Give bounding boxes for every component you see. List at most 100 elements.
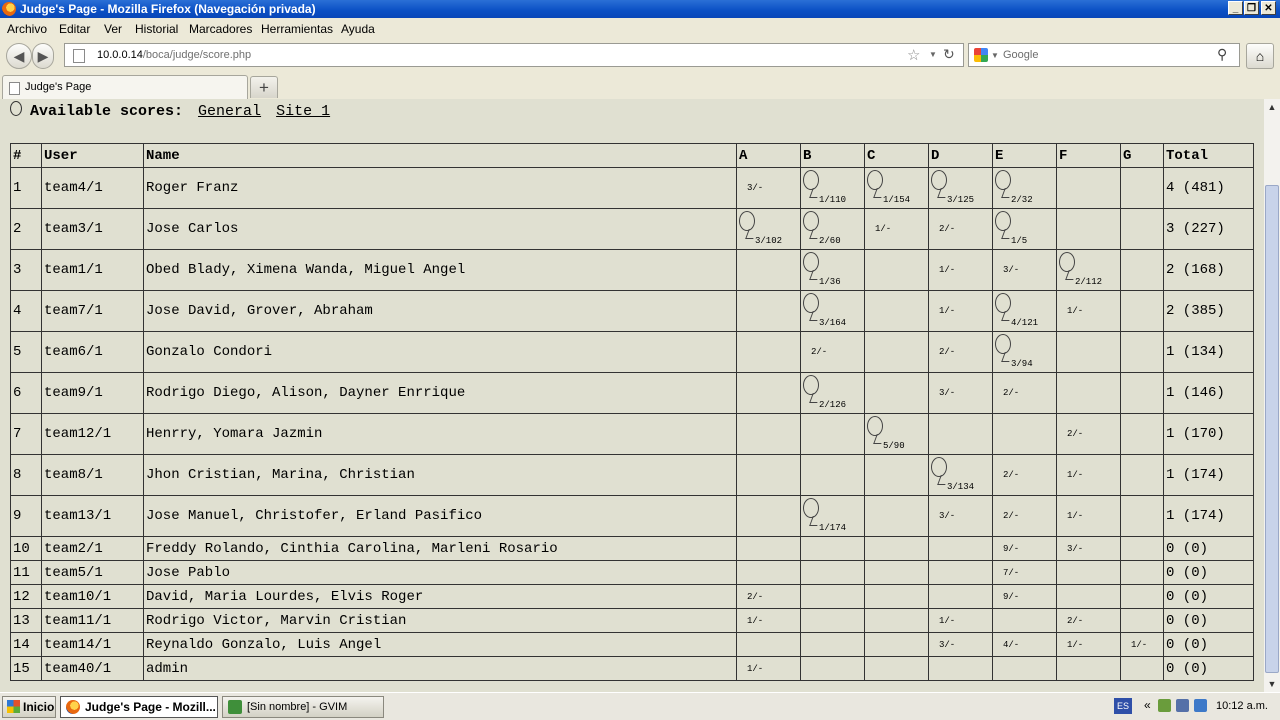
start-button[interactable]: Inicio [2,696,56,718]
balloon-icon [867,416,885,444]
rank-cell: 4 [10,290,42,332]
problem-score: 5/90 [883,441,905,451]
problem-cell: 2/- [992,372,1057,414]
problem-score: 9/- [1003,543,1020,554]
problem-cell [1056,331,1121,373]
balloon-icon [1059,252,1077,280]
vertical-scrollbar[interactable]: ▲ ▼ [1264,99,1280,692]
minimize-button[interactable]: _ [1228,1,1243,15]
problem-cell [928,584,993,609]
problem-cell [800,584,865,609]
reload-icon[interactable]: ↻ [943,46,955,63]
problem-score: 3/164 [819,318,847,328]
column-header: D [928,143,993,168]
problem-cell [736,495,801,537]
new-tab-button[interactable]: + [250,76,278,98]
problem-cell: 1/- [1056,454,1121,496]
table-row: 7 team12/1 Henrry, Yomara Jazmin 5/90 2/- 1 (… [10,413,1254,455]
url-bar[interactable]: 10.0.0.14/boca/judge/score.php ☆ ▼ ↻ [64,43,964,67]
menu-ver[interactable]: Ver [104,22,122,36]
column-header: Name [143,143,737,168]
problem-cell: 1/- [864,208,929,250]
problem-score: 1/36 [819,277,841,287]
url-text[interactable]: 10.0.0.14/boca/judge/score.php [97,49,251,61]
taskbar-item-firefox[interactable]: Judge's Page - Mozill... [60,696,218,718]
page-content: Available scores: General Site 1 # User Na… [0,99,1264,692]
menu-historial[interactable]: Historial [135,22,178,36]
name-cell: Gonzalo Condori [143,331,737,373]
balloon-icon [931,170,949,198]
link-site-1[interactable]: Site 1 [276,103,330,120]
problem-score: 3/- [747,183,764,193]
menu-ayuda[interactable]: Ayuda [341,22,375,36]
firefox-icon [2,2,16,16]
problem-cell: 2/60 [800,208,865,250]
rank-cell: 8 [10,454,42,496]
problem-cell: 3/- [736,167,801,209]
close-button[interactable]: ✕ [1261,1,1276,15]
scroll-down-icon[interactable]: ▼ [1264,676,1280,692]
problem-score: 3/- [939,511,956,521]
security-icon[interactable] [1194,699,1207,712]
menu-bar: Archivo Editar Ver Historial Marcadores … [0,18,1280,40]
url-dropdown-icon[interactable]: ▼ [929,50,937,59]
total-cell: 2 (168) [1163,249,1254,291]
scrollbar-thumb[interactable] [1265,185,1279,673]
taskbar-item-gvim[interactable]: [Sin nombre] - GVIM [222,696,384,718]
taskbar-item-label: Judge's Page - Mozill... [85,700,216,714]
problem-score: 2/- [939,347,956,357]
name-cell: Jhon Cristian, Marina, Christian [143,454,737,496]
problem-score: 3/134 [947,482,975,492]
problem-cell: 4/- [992,632,1057,657]
user-cell: team11/1 [41,608,144,633]
problem-cell [736,632,801,657]
menu-editar[interactable]: Editar [59,22,90,36]
total-cell: 0 (0) [1163,560,1254,585]
problem-score: 9/- [1003,591,1020,602]
menu-herramientas[interactable]: Herramientas [261,22,333,36]
menu-archivo[interactable]: Archivo [7,22,47,36]
back-icon[interactable]: ◀ [6,43,32,69]
balloon-icon [995,211,1013,239]
problem-cell [1056,372,1121,414]
link-general[interactable]: General [198,103,261,120]
network-icon[interactable] [1158,699,1171,712]
computer-icon[interactable] [1176,699,1189,712]
home-icon[interactable]: ⌂ [1246,43,1274,69]
problem-cell [864,495,929,537]
total-cell: 3 (227) [1163,208,1254,250]
problem-cell [1120,536,1164,561]
rank-cell: 3 [10,249,42,291]
problem-cell [864,249,929,291]
balloon-icon [803,170,821,198]
problem-score: 1/- [1067,470,1084,480]
search-engine-dropdown-icon[interactable]: ▼ [991,51,999,60]
google-icon[interactable] [974,48,988,62]
problem-cell [864,656,929,681]
menu-marcadores[interactable]: Marcadores [189,22,252,36]
column-header: A [736,143,801,168]
table-row: 9 team13/1 Jose Manuel, Christofer, Erland… [10,495,1254,537]
forward-icon[interactable]: ▶ [32,43,54,69]
language-indicator[interactable]: ES [1114,698,1132,714]
problem-score: 2/- [747,591,764,602]
column-header: G [1120,143,1164,168]
tab-judges-page[interactable]: Judge's Page [2,75,248,99]
column-header: # [10,143,42,168]
balloon-icon [803,375,821,403]
problem-cell [736,331,801,373]
tray-expand-icon[interactable]: « [1144,698,1151,712]
problem-score: 1/- [747,663,764,674]
bookmark-star-icon[interactable]: ☆ [907,46,920,64]
search-input[interactable]: Google [1003,49,1038,61]
problem-score: 2/- [1067,615,1084,626]
restore-button[interactable]: ❐ [1244,1,1259,15]
search-icon[interactable]: ⚲ [1217,46,1227,63]
scroll-up-icon[interactable]: ▲ [1264,99,1280,115]
search-bar[interactable]: ▼ Google ⚲ [968,43,1240,67]
rank-cell: 7 [10,413,42,455]
problem-cell: 5/90 [864,413,929,455]
problem-cell [864,632,929,657]
problem-cell: 1/36 [800,249,865,291]
problem-cell: 3/125 [928,167,993,209]
